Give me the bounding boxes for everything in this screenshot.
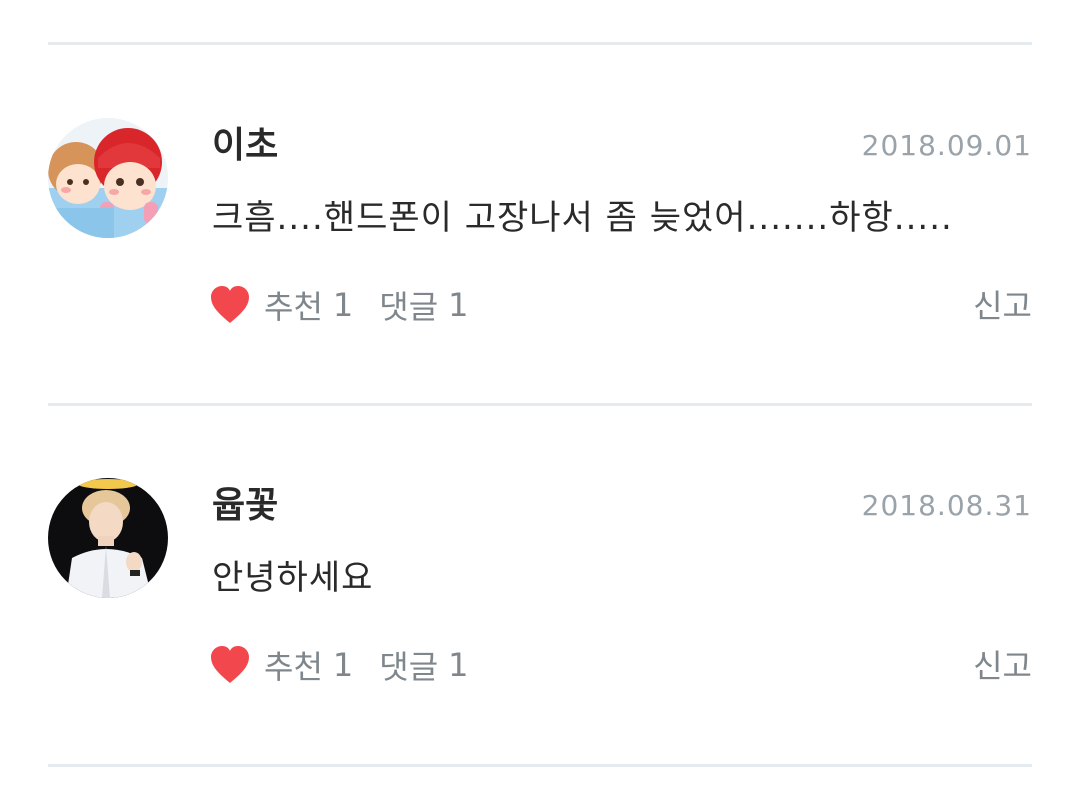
reply-label[interactable]: 댓글	[379, 282, 438, 328]
comment-text: 크흠....핸드폰이 고장나서 좀 늦었어.......하항.....	[212, 198, 953, 238]
divider	[48, 403, 1032, 406]
comment-date: 2018.08.31	[861, 489, 1032, 522]
avatar-illustration	[48, 118, 168, 238]
like-count: 1	[332, 646, 354, 684]
comment-item: 윱꽃 2018.08.31 안녕하세요 추천 1 댓글 1 신고	[0, 478, 1080, 808]
avatar-photo	[48, 478, 168, 598]
report-button[interactable]: 신고	[973, 286, 1032, 326]
comment-text: 안녕하세요	[212, 558, 374, 598]
comment-actions: 추천 1 댓글 1	[208, 280, 495, 330]
comment-item: 이초 2018.09.01 크흠....핸드폰이 고장나서 좀 늦었어.....…	[0, 118, 1080, 448]
divider	[48, 764, 1032, 767]
username[interactable]: 이초	[212, 124, 278, 168]
avatar[interactable]	[48, 118, 168, 238]
avatar[interactable]	[48, 478, 168, 598]
comment-date: 2018.09.01	[861, 129, 1032, 162]
comment-actions: 추천 1 댓글 1	[208, 640, 495, 690]
divider	[48, 42, 1032, 45]
reply-count: 1	[448, 646, 469, 684]
reply-count: 1	[448, 286, 469, 324]
comment-list: 이초 2018.09.01 크흠....핸드폰이 고장나서 좀 늦었어.....…	[0, 0, 1080, 810]
report-button[interactable]: 신고	[973, 646, 1032, 686]
heart-icon[interactable]	[208, 643, 252, 687]
username[interactable]: 윱꽃	[212, 484, 278, 528]
reply-label[interactable]: 댓글	[379, 642, 438, 688]
heart-icon[interactable]	[208, 283, 252, 327]
like-label[interactable]: 추천	[264, 642, 323, 688]
like-count: 1	[332, 286, 354, 324]
like-label[interactable]: 추천	[264, 282, 323, 328]
